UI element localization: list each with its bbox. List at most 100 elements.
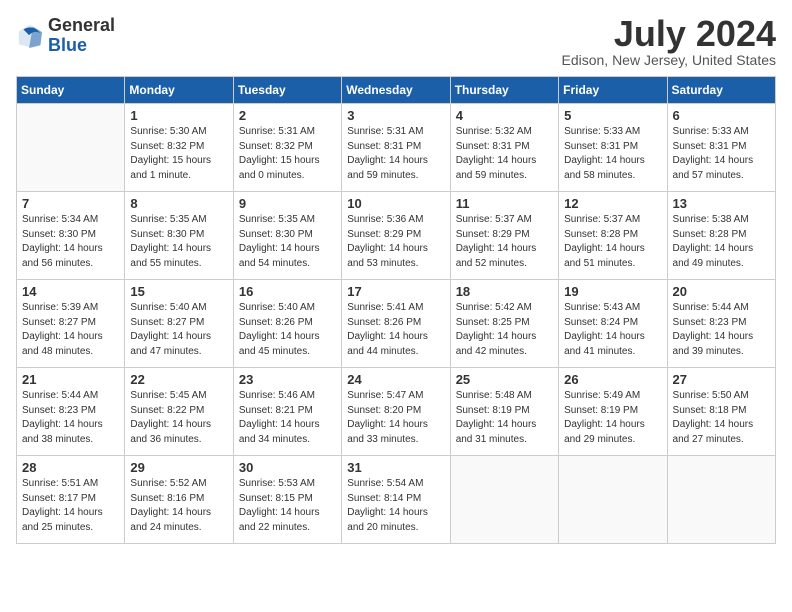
day-number: 24 [347,372,444,387]
day-number: 2 [239,108,336,123]
day-info: Sunrise: 5:34 AM Sunset: 8:30 PM Dayligh… [22,213,119,271]
weekday-header-friday: Friday [559,77,667,104]
calendar-cell: 31Sunrise: 5:54 AM Sunset: 8:14 PM Dayli… [342,456,450,544]
weekday-header-sunday: Sunday [17,77,125,104]
calendar-cell [450,456,558,544]
weekday-header-monday: Monday [125,77,233,104]
logo-icon [16,22,44,50]
calendar-cell: 11 Sunrise: 5:37 AM Sunset: 8:29 PM Dayli… [450,192,558,280]
day-info: Sunrise: 5:33 AM Sunset: 8:31 PM Dayligh… [564,125,661,183]
day-info: Sunrise: 5:30 AM Sunset: 8:32 PM Dayligh… [130,125,227,183]
calendar-cell: 28 Sunrise: 5:51 AM Sunset: 8:17 PM Dayli… [17,456,125,544]
day-info: Sunrise: 5:54 AM Sunset: 8:14 PM Dayligh… [347,477,444,535]
location: Edison, New Jersey, United States [561,52,776,68]
day-info: Sunrise: 5:33 AM Sunset: 8:31 PM Dayligh… [673,125,770,183]
calendar-cell: 6 Sunrise: 5:33 AM Sunset: 8:31 PM Daylig… [667,104,775,192]
calendar-cell: 1 Sunrise: 5:30 AM Sunset: 8:32 PM Daylig… [125,104,233,192]
calendar-cell: 29 Sunrise: 5:52 AM Sunset: 8:16 PM Dayli… [125,456,233,544]
calendar-cell: 21Sunrise: 5:44 AM Sunset: 8:23 PM Dayli… [17,368,125,456]
day-number: 10 [347,196,444,211]
calendar-week-row: 28 Sunrise: 5:51 AM Sunset: 8:17 PM Dayli… [17,456,776,544]
day-info: Sunrise: 5:44 AM Sunset: 8:23 PM Dayligh… [673,301,770,359]
calendar-cell: 8 Sunrise: 5:35 AM Sunset: 8:30 PM Daylig… [125,192,233,280]
day-number: 13 [673,196,770,211]
calendar-cell: 16 Sunrise: 5:40 AM Sunset: 8:26 PM Dayli… [233,280,341,368]
calendar-cell: 14 Sunrise: 5:39 AM Sunset: 8:27 PM Dayli… [17,280,125,368]
calendar-cell [17,104,125,192]
day-info: Sunrise: 5:51 AM Sunset: 8:17 PM Dayligh… [22,477,119,535]
day-info: Sunrise: 5:35 AM Sunset: 8:30 PM Dayligh… [130,213,227,271]
logo-text: General Blue [48,16,115,56]
calendar-cell: 4Sunrise: 5:32 AM Sunset: 8:31 PM Daylig… [450,104,558,192]
day-info: Sunrise: 5:39 AM Sunset: 8:27 PM Dayligh… [22,301,119,359]
logo: General Blue [16,16,115,56]
calendar-cell: 27 Sunrise: 5:50 AM Sunset: 8:18 PM Dayli… [667,368,775,456]
calendar-week-row: 1 Sunrise: 5:30 AM Sunset: 8:32 PM Daylig… [17,104,776,192]
weekday-header-saturday: Saturday [667,77,775,104]
day-number: 5 [564,108,661,123]
day-info: Sunrise: 5:36 AM Sunset: 8:29 PM Dayligh… [347,213,444,271]
calendar-week-row: 14 Sunrise: 5:39 AM Sunset: 8:27 PM Dayli… [17,280,776,368]
day-number: 29 [130,460,227,475]
page-header: General Blue July 2024 Edison, New Jerse… [16,16,776,68]
day-info: Sunrise: 5:49 AM Sunset: 8:19 PM Dayligh… [564,389,661,447]
day-number: 1 [130,108,227,123]
calendar-cell: 26Sunrise: 5:49 AM Sunset: 8:19 PM Dayli… [559,368,667,456]
day-info: Sunrise: 5:31 AM Sunset: 8:32 PM Dayligh… [239,125,336,183]
day-info: Sunrise: 5:31 AM Sunset: 8:31 PM Dayligh… [347,125,444,183]
logo-blue: Blue [48,35,87,55]
day-info: Sunrise: 5:35 AM Sunset: 8:30 PM Dayligh… [239,213,336,271]
calendar-week-row: 7 Sunrise: 5:34 AM Sunset: 8:30 PM Daylig… [17,192,776,280]
calendar-table: SundayMondayTuesdayWednesdayThursdayFrid… [16,76,776,544]
day-number: 19 [564,284,661,299]
calendar-cell: 24 Sunrise: 5:47 AM Sunset: 8:20 PM Dayli… [342,368,450,456]
day-info: Sunrise: 5:53 AM Sunset: 8:15 PM Dayligh… [239,477,336,535]
calendar-cell: 9Sunrise: 5:35 AM Sunset: 8:30 PM Daylig… [233,192,341,280]
day-number: 6 [673,108,770,123]
calendar-cell: 18Sunrise: 5:42 AM Sunset: 8:25 PM Dayli… [450,280,558,368]
day-number: 18 [456,284,553,299]
calendar-cell: 3 Sunrise: 5:31 AM Sunset: 8:31 PM Daylig… [342,104,450,192]
calendar-cell: 12 Sunrise: 5:37 AM Sunset: 8:28 PM Dayli… [559,192,667,280]
day-number: 14 [22,284,119,299]
weekday-header-row: SundayMondayTuesdayWednesdayThursdayFrid… [17,77,776,104]
day-number: 8 [130,196,227,211]
calendar-cell: 10 Sunrise: 5:36 AM Sunset: 8:29 PM Dayli… [342,192,450,280]
calendar-cell: 17Sunrise: 5:41 AM Sunset: 8:26 PM Dayli… [342,280,450,368]
day-info: Sunrise: 5:52 AM Sunset: 8:16 PM Dayligh… [130,477,227,535]
day-number: 4 [456,108,553,123]
month-title: July 2024 [561,16,776,52]
title-block: July 2024 Edison, New Jersey, United Sta… [561,16,776,68]
day-number: 22 [130,372,227,387]
day-number: 23 [239,372,336,387]
day-number: 7 [22,196,119,211]
calendar-cell: 15Sunrise: 5:40 AM Sunset: 8:27 PM Dayli… [125,280,233,368]
day-info: Sunrise: 5:37 AM Sunset: 8:28 PM Dayligh… [564,213,661,271]
day-info: Sunrise: 5:40 AM Sunset: 8:26 PM Dayligh… [239,301,336,359]
day-info: Sunrise: 5:48 AM Sunset: 8:19 PM Dayligh… [456,389,553,447]
day-info: Sunrise: 5:50 AM Sunset: 8:18 PM Dayligh… [673,389,770,447]
day-number: 28 [22,460,119,475]
day-number: 11 [456,196,553,211]
day-number: 20 [673,284,770,299]
logo-general: General [48,15,115,35]
day-info: Sunrise: 5:43 AM Sunset: 8:24 PM Dayligh… [564,301,661,359]
day-number: 12 [564,196,661,211]
calendar-cell: 20 Sunrise: 5:44 AM Sunset: 8:23 PM Dayli… [667,280,775,368]
day-info: Sunrise: 5:37 AM Sunset: 8:29 PM Dayligh… [456,213,553,271]
weekday-header-wednesday: Wednesday [342,77,450,104]
day-number: 17 [347,284,444,299]
calendar-cell: 30Sunrise: 5:53 AM Sunset: 8:15 PM Dayli… [233,456,341,544]
calendar-cell: 5 Sunrise: 5:33 AM Sunset: 8:31 PM Daylig… [559,104,667,192]
day-number: 16 [239,284,336,299]
calendar-cell: 22Sunrise: 5:45 AM Sunset: 8:22 PM Dayli… [125,368,233,456]
day-number: 25 [456,372,553,387]
day-number: 3 [347,108,444,123]
weekday-header-tuesday: Tuesday [233,77,341,104]
day-info: Sunrise: 5:38 AM Sunset: 8:28 PM Dayligh… [673,213,770,271]
day-number: 27 [673,372,770,387]
calendar-cell: 7 Sunrise: 5:34 AM Sunset: 8:30 PM Daylig… [17,192,125,280]
calendar-cell: 2 Sunrise: 5:31 AM Sunset: 8:32 PM Daylig… [233,104,341,192]
day-info: Sunrise: 5:47 AM Sunset: 8:20 PM Dayligh… [347,389,444,447]
calendar-cell: 25 Sunrise: 5:48 AM Sunset: 8:19 PM Dayli… [450,368,558,456]
